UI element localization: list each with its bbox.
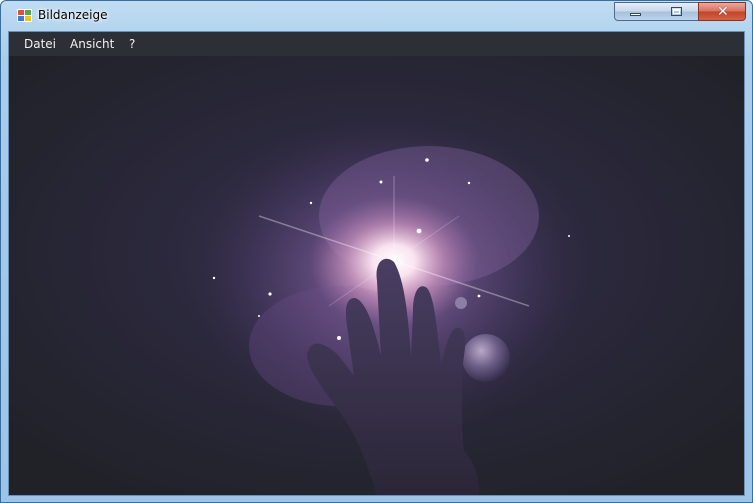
maximize-icon xyxy=(671,7,682,16)
window-title: Bildanzeige xyxy=(38,8,108,22)
menu-datei[interactable]: Datei xyxy=(24,37,56,51)
close-icon: ✕ xyxy=(717,4,729,20)
image-view[interactable] xyxy=(9,56,744,495)
close-button[interactable]: ✕ xyxy=(698,2,746,21)
client-area: Datei Ansicht ? xyxy=(8,31,745,496)
space-nebula-hand-picture xyxy=(9,56,744,495)
menu-ansicht[interactable]: Ansicht xyxy=(70,37,114,51)
minimize-icon xyxy=(630,13,641,16)
app-window: Bildanzeige ✕ Datei Ansicht ? xyxy=(0,0,753,503)
title-bar[interactable]: Bildanzeige ✕ xyxy=(1,1,752,31)
menu-bar: Datei Ansicht ? xyxy=(9,32,744,56)
minimize-button[interactable] xyxy=(614,2,656,21)
maximize-button[interactable] xyxy=(655,2,699,21)
app-window-icon[interactable] xyxy=(17,9,32,22)
menu-help[interactable]: ? xyxy=(129,37,135,51)
